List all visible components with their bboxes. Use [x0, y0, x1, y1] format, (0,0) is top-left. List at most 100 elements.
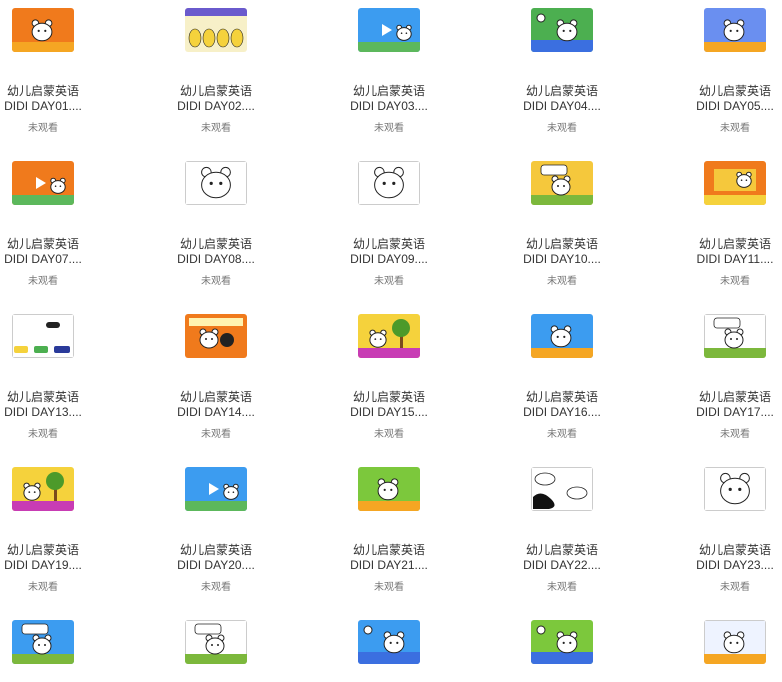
- video-card[interactable]: 幼儿启蒙英语 DIDI DAY07.... 未观看: [0, 161, 108, 288]
- video-card[interactable]: [670, 620, 782, 664]
- video-thumbnail[interactable]: [704, 467, 766, 511]
- video-card[interactable]: 幼儿启蒙英语 DIDI DAY15.... 未观看: [324, 314, 454, 441]
- video-title: 幼儿启蒙英语: [698, 237, 771, 251]
- video-card[interactable]: [0, 620, 108, 664]
- video-thumbnail[interactable]: [704, 8, 766, 52]
- video-thumbnail[interactable]: [358, 620, 420, 664]
- video-thumbnail[interactable]: [358, 314, 420, 358]
- video-card[interactable]: 幼儿启蒙英语 DIDI DAY02.... 未观看: [151, 8, 281, 135]
- video-thumbnail[interactable]: [12, 620, 74, 664]
- video-card[interactable]: 幼儿启蒙英语 DIDI DAY21.... 未观看: [324, 467, 454, 594]
- video-subtitle: DIDI DAY22....: [523, 558, 601, 572]
- video-thumbnail[interactable]: [358, 467, 420, 511]
- bear-figure: [396, 24, 412, 41]
- video-thumbnail[interactable]: [531, 620, 593, 664]
- video-card[interactable]: 幼儿启蒙英语 DIDI DAY08.... 未观看: [151, 161, 281, 288]
- video-thumbnail[interactable]: [12, 8, 74, 52]
- bear-figure: [205, 634, 225, 655]
- bear-figure: [32, 634, 52, 655]
- watch-status: 未观看: [28, 429, 58, 440]
- video-thumbnail[interactable]: [185, 8, 247, 52]
- video-title: 幼儿启蒙英语: [352, 390, 425, 404]
- video-thumbnail[interactable]: [185, 467, 247, 511]
- video-card[interactable]: 幼儿启蒙英语 DIDI DAY19.... 未观看: [0, 467, 108, 594]
- bear-figure: [550, 325, 572, 348]
- video-title: 幼儿启蒙英语: [352, 543, 425, 557]
- video-thumbnail[interactable]: [531, 314, 593, 358]
- bear-figure: [556, 19, 578, 42]
- video-title: 幼儿启蒙英语: [179, 543, 252, 557]
- bear-figure: [199, 328, 219, 349]
- bear-outline-icon: [185, 161, 247, 205]
- video-title: 幼儿启蒙英语: [352, 237, 425, 251]
- video-subtitle: DIDI DAY17....: [696, 405, 774, 419]
- video-title: 幼儿启蒙英语: [6, 237, 79, 251]
- bear-figure: [720, 472, 750, 505]
- bear-figure: [377, 478, 399, 501]
- video-card[interactable]: 幼儿启蒙英语 DIDI DAY14.... 未观看: [151, 314, 281, 441]
- watch-status: 未观看: [720, 429, 750, 440]
- video-subtitle: DIDI DAY16....: [523, 405, 601, 419]
- video-thumbnail[interactable]: [12, 467, 74, 511]
- video-card[interactable]: 幼儿启蒙英语 DIDI DAY09.... 未观看: [324, 161, 454, 288]
- bear-scene-icon: [12, 8, 74, 52]
- bear-figure: [369, 329, 387, 348]
- video-thumbnail[interactable]: [704, 161, 766, 205]
- bear-scene-icon: [704, 8, 766, 52]
- video-card[interactable]: 幼儿启蒙英语 DIDI DAY01.... 未观看: [0, 8, 108, 135]
- video-card[interactable]: 幼儿启蒙英语 DIDI DAY22.... 未观看: [497, 467, 627, 594]
- video-thumbnail[interactable]: [531, 8, 593, 52]
- video-subtitle: DIDI DAY10....: [523, 252, 601, 266]
- video-thumbnail[interactable]: [185, 314, 247, 358]
- bear-scene-icon: [358, 467, 420, 511]
- video-thumbnail[interactable]: [185, 620, 247, 664]
- video-subtitle: DIDI DAY04....: [523, 99, 601, 113]
- speech-scene-icon: [185, 620, 247, 664]
- watch-status: 未观看: [547, 429, 577, 440]
- cloud-scene-icon: [531, 467, 593, 511]
- video-subtitle: DIDI DAY03....: [350, 99, 428, 113]
- video-card[interactable]: 幼儿启蒙英语 DIDI DAY11.... 未观看: [670, 161, 782, 288]
- video-thumbnail[interactable]: [704, 620, 766, 664]
- crowd-scene-icon: [185, 8, 247, 52]
- bear-figure: [383, 631, 405, 654]
- video-thumbnail[interactable]: [12, 161, 74, 205]
- speech-scene-icon: [12, 620, 74, 664]
- video-card[interactable]: 幼儿启蒙英语 DIDI DAY23.... 未观看: [670, 467, 782, 594]
- bear-figure: [374, 166, 404, 199]
- video-subtitle: DIDI DAY14....: [177, 405, 255, 419]
- video-subtitle: DIDI DAY01....: [4, 99, 82, 113]
- tree-scene-icon: [12, 467, 74, 511]
- garden-scene-icon: [358, 620, 420, 664]
- video-card[interactable]: 幼儿启蒙英语 DIDI DAY03.... 未观看: [324, 8, 454, 135]
- bear-figure: [31, 19, 53, 42]
- watch-status: 未观看: [28, 276, 58, 287]
- video-card[interactable]: 幼儿启蒙英语 DIDI DAY05.... 未观看: [670, 8, 782, 135]
- watch-status: 未观看: [201, 582, 231, 593]
- video-card[interactable]: 幼儿启蒙英语 DIDI DAY10.... 未观看: [497, 161, 627, 288]
- video-thumbnail[interactable]: [185, 161, 247, 205]
- video-subtitle: DIDI DAY07....: [4, 252, 82, 266]
- watch-status: 未观看: [374, 429, 404, 440]
- video-title: 幼儿启蒙英语: [525, 543, 598, 557]
- video-thumbnail[interactable]: [358, 161, 420, 205]
- video-thumbnail[interactable]: [358, 8, 420, 52]
- video-card[interactable]: 幼儿启蒙英语 DIDI DAY16.... 未观看: [497, 314, 627, 441]
- video-subtitle: DIDI DAY21....: [350, 558, 428, 572]
- bear-outline-icon: [358, 161, 420, 205]
- video-card[interactable]: 幼儿启蒙英语 DIDI DAY20.... 未观看: [151, 467, 281, 594]
- video-card[interactable]: 幼儿启蒙英语 DIDI DAY04.... 未观看: [497, 8, 627, 135]
- video-thumbnail[interactable]: [704, 314, 766, 358]
- play-icon: [358, 8, 420, 52]
- video-subtitle: DIDI DAY05....: [696, 99, 774, 113]
- video-card[interactable]: 幼儿启蒙英语 DIDI DAY17.... 未观看: [670, 314, 782, 441]
- video-card[interactable]: 幼儿启蒙英语 DIDI DAY13.... 未观看: [0, 314, 108, 441]
- video-thumbnail[interactable]: [531, 467, 593, 511]
- speech-scene-icon: [704, 314, 766, 358]
- video-thumbnail[interactable]: [531, 161, 593, 205]
- video-card[interactable]: [324, 620, 454, 664]
- video-thumbnail[interactable]: [12, 314, 74, 358]
- video-card[interactable]: [497, 620, 627, 664]
- bear-figure: [723, 19, 745, 42]
- video-card[interactable]: [151, 620, 281, 664]
